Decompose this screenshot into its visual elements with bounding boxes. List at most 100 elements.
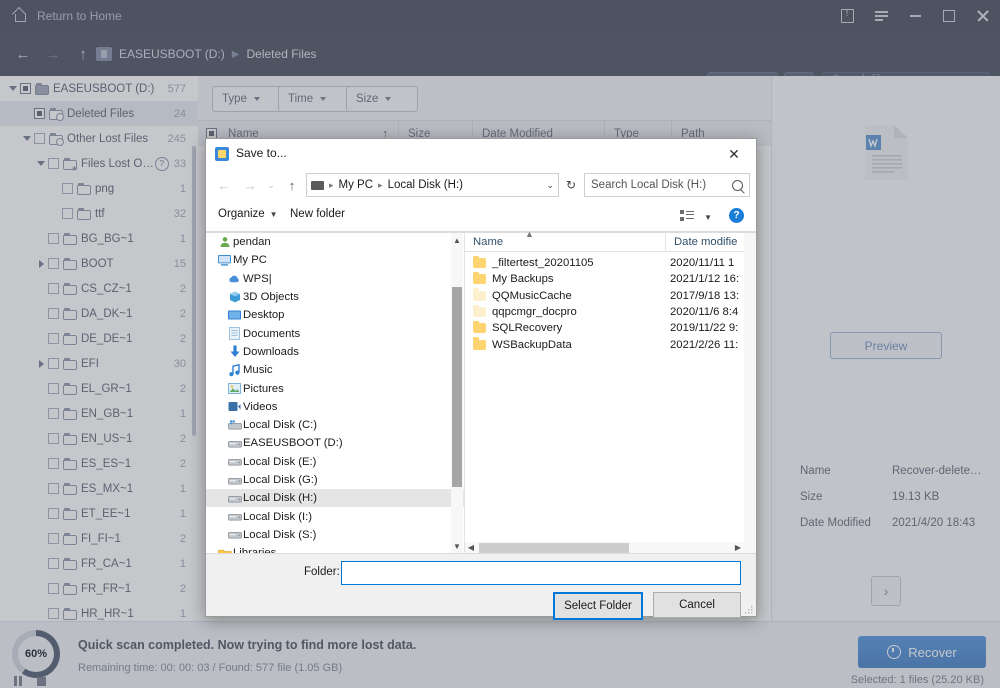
dialog-forward-button[interactable]: → (238, 173, 262, 197)
nav-pane-item[interactable]: Documents (206, 324, 464, 342)
download-icon (226, 345, 243, 358)
cancel-button[interactable]: Cancel (653, 592, 741, 618)
music-icon (226, 364, 243, 377)
file-row[interactable]: _filtertest_20201105 2020/11/11 1 (465, 255, 756, 271)
nav-pane-item-label: Downloads (243, 346, 299, 358)
nav-pane-item[interactable]: Videos (206, 398, 464, 416)
nav-pane-item[interactable]: Local Disk (G:) (206, 471, 464, 489)
nav-pane-item-label: Local Disk (E:) (243, 456, 316, 468)
drive-icon (226, 475, 243, 486)
file-row[interactable]: SQLRecovery2019/11/22 9: (465, 320, 756, 336)
dialog-buttons: Select Folder Cancel (553, 592, 741, 620)
nav-pane-item[interactable]: Local Disk (H:) (206, 489, 464, 507)
nav-pane-item-label: Local Disk (G:) (243, 474, 318, 486)
folder-icon (473, 340, 486, 350)
nav-pane-item-label: Local Disk (S:) (243, 529, 316, 541)
cloud-icon (226, 274, 243, 284)
picture-icon (226, 383, 243, 394)
view-layout-icon[interactable] (680, 210, 694, 222)
organize-button[interactable]: Organize▼ (218, 208, 278, 220)
nav-pane-item[interactable]: Music (206, 361, 464, 379)
nav-pane-item[interactable]: Local Disk (C:) (206, 416, 464, 434)
file-name: _filtertest_20201105 (492, 257, 594, 269)
path-root[interactable]: My PC (339, 179, 374, 191)
nav-pane-item[interactable]: 3D Objects (206, 288, 464, 306)
dialog-app-icon (215, 147, 229, 161)
user-icon (216, 236, 233, 248)
drive-icon (226, 456, 243, 467)
nav-pane-item[interactable]: Downloads (206, 343, 464, 361)
nav-pane-item[interactable]: pendan (206, 233, 464, 251)
file-date-modified: 2020/11/6 8:4 (670, 306, 738, 318)
folder-icon (473, 274, 486, 284)
dialog-navigation-pane[interactable]: pendanMy PC WPS| 3D Objects DesktopDocument… (206, 233, 465, 554)
application-window: Return to Home ← → ↑ EASEUSBOOT (D:) ▶ D… (0, 0, 1000, 688)
folder-icon (473, 258, 486, 268)
nav-pane-item[interactable]: EASEUSBOOT (D:) (206, 434, 464, 452)
dialog-search-input[interactable]: Search Local Disk (H:) (584, 173, 750, 197)
file-column-date[interactable]: Date modifie (665, 233, 744, 251)
file-row[interactable]: WSBackupData2021/2/26 11: (465, 337, 756, 353)
nav-pane-scrollbar[interactable]: ▲ ▼ (451, 233, 463, 554)
cancel-label: Cancel (679, 599, 715, 611)
file-row[interactable]: QQMusicCache2017/9/18 13: (465, 288, 756, 304)
select-folder-button[interactable]: Select Folder (553, 592, 643, 620)
resize-grip[interactable] (745, 606, 753, 614)
nav-pane-item[interactable]: Local Disk (S:) (206, 526, 464, 544)
nav-pane-item[interactable]: WPS| (206, 270, 464, 288)
nav-pane-item[interactable]: Local Disk (I:) (206, 507, 464, 525)
file-name: SQLRecovery (492, 322, 562, 334)
nav-pane-item[interactable]: Local Disk (E:) (206, 453, 464, 471)
folder-field-label: Folder: (304, 566, 340, 578)
video-icon (226, 401, 243, 412)
dialog-footer: Folder: Select Folder Cancel (206, 553, 756, 616)
file-row[interactable]: My Backups2021/1/12 16: (465, 271, 756, 287)
scroll-down-icon[interactable]: ▼ (451, 539, 463, 554)
folder-input[interactable] (341, 561, 741, 585)
file-column-name-label: Name (473, 236, 503, 248)
dialog-file-pane[interactable]: Name ▲ Date modifie ◀ ▶ _filtertest_2020… (465, 233, 756, 554)
dialog-command-bar: Organize▼ New folder ▼ ? (206, 201, 756, 232)
nav-pane-item[interactable]: Desktop (206, 306, 464, 324)
file-column-date-label: Date modifie (674, 236, 737, 248)
dialog-body: pendanMy PC WPS| 3D Objects DesktopDocument… (206, 232, 756, 554)
cube-icon (226, 291, 243, 303)
nav-pane-item-label: Local Disk (H:) (243, 492, 317, 504)
help-icon[interactable]: ? (729, 208, 744, 223)
nav-pane-item-label: Local Disk (C:) (243, 419, 317, 431)
nav-pane-item-label: Pictures (243, 383, 284, 395)
path-current[interactable]: Local Disk (H:) (388, 179, 463, 191)
nav-pane-scroll-thumb[interactable] (452, 287, 462, 487)
dialog-refresh-button[interactable]: ↻ (563, 177, 579, 193)
dialog-search-placeholder: Search Local Disk (H:) (591, 179, 706, 191)
chevron-down-icon[interactable]: ⌄ (546, 180, 554, 191)
dialog-recent-button[interactable]: ⌄ (264, 173, 278, 197)
file-column-name[interactable]: Name ▲ (465, 233, 673, 251)
scroll-up-icon[interactable]: ▲ (451, 233, 463, 248)
help-label: ? (733, 210, 739, 221)
nav-pane-item-label: Local Disk (I:) (243, 511, 312, 523)
dialog-up-button[interactable]: ↑ (280, 173, 304, 197)
new-folder-button[interactable]: New folder (290, 208, 345, 220)
nav-pane-item-label: 3D Objects (243, 291, 299, 303)
chevron-right-icon: ▸ (329, 180, 334, 191)
new-folder-label: New folder (290, 208, 345, 220)
nav-pane-item[interactable]: My PC (206, 251, 464, 269)
nav-pane-item-label: WPS| (243, 273, 272, 285)
nav-pane-item-label: Videos (243, 401, 277, 413)
drive-icon (226, 438, 243, 449)
computer-icon (311, 181, 324, 190)
hscroll-thumb[interactable] (479, 543, 629, 553)
select-folder-label: Select Folder (564, 600, 632, 612)
file-row[interactable]: qqpcmgr_docpro2020/11/6 8:4 (465, 304, 756, 320)
dialog-back-button[interactable]: ← (212, 173, 236, 197)
file-date-modified: 2020/11/11 1 (670, 257, 734, 269)
dialog-path-breadcrumb[interactable]: ▸ My PC ▸ Local Disk (H:) ⌄ (306, 173, 559, 197)
dialog-close-button[interactable]: ✕ (712, 139, 756, 169)
view-layout-dropdown[interactable]: ▼ (704, 213, 712, 222)
chevron-down-icon: ⌄ (267, 180, 275, 191)
nav-pane-item[interactable]: Pictures (206, 379, 464, 397)
computer-icon (216, 255, 233, 266)
file-name: WSBackupData (492, 339, 572, 351)
folder-icon (473, 291, 486, 301)
